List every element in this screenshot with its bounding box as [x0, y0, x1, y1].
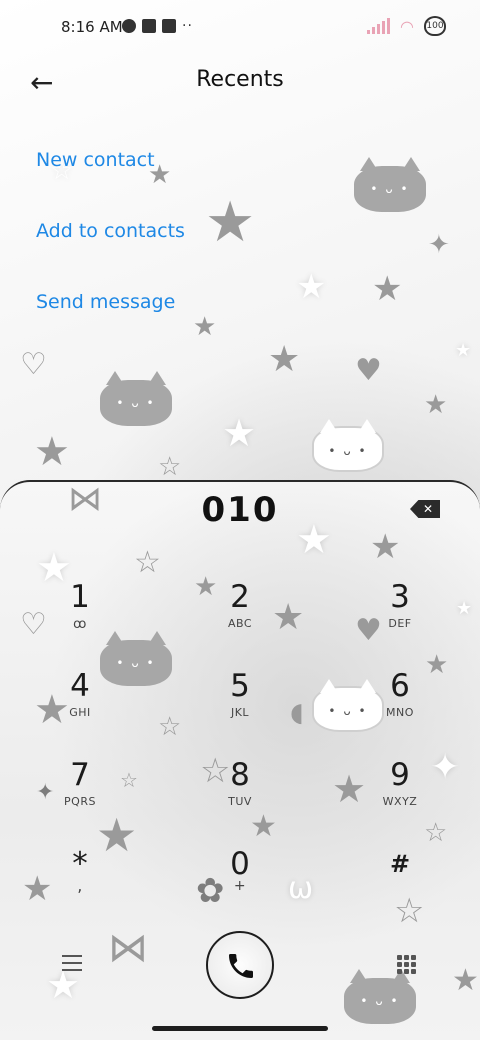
star-decoration-icon: ★ [193, 312, 217, 342]
key-0[interactable]: 0 + [180, 846, 300, 926]
notification-icon [122, 19, 136, 33]
keypad-icon[interactable] [397, 955, 416, 974]
star-decoration-icon: ★ [372, 269, 403, 309]
upload-icon [162, 19, 176, 33]
key-digit: 8 [230, 757, 250, 793]
key-1[interactable]: 1 ꝏ [20, 579, 140, 659]
key-digit: 2 [230, 579, 250, 615]
notification-icons: ·· [122, 18, 193, 34]
key-letters: DEF [388, 617, 412, 630]
system-icons: ◠ 100 [367, 16, 446, 36]
star-decoration-icon: ☆ [134, 545, 161, 580]
key-digit: 5 [230, 668, 250, 704]
home-indicator[interactable] [152, 1026, 328, 1031]
key-7[interactable]: 7 PQRS [20, 757, 140, 837]
signal-icon [367, 18, 391, 34]
key-3[interactable]: 3 DEF [340, 579, 460, 659]
page-title: Recents [196, 67, 284, 92]
key-6[interactable]: 6 MNO [340, 668, 460, 748]
star-decoration-icon: ★ [34, 429, 70, 475]
key-digit: 0 [230, 846, 250, 882]
key-letters: MNO [386, 706, 414, 719]
send-message-link[interactable]: Send message [36, 287, 185, 358]
battery-icon: 100 [424, 16, 446, 36]
key-digit: 9 [390, 757, 410, 793]
key-digit: 4 [70, 668, 90, 704]
key-4[interactable]: 4 GHI [20, 668, 140, 748]
key-letters: JKL [230, 706, 250, 719]
cat-decoration-icon: • ᴗ • [100, 371, 172, 426]
new-contact-link[interactable]: New contact [36, 145, 185, 216]
key-letters: WXYZ [382, 795, 418, 808]
cat-decoration-icon: • ᴗ • [354, 157, 426, 212]
app-header: ← Recents [0, 56, 480, 108]
star-decoration-icon: ★ [205, 190, 256, 255]
phone-icon [229, 954, 253, 978]
star-decoration-icon: ★ [370, 527, 401, 567]
dialer-bottom-bar [0, 931, 480, 999]
add-to-contacts-link[interactable]: Add to contacts [36, 216, 185, 287]
key-letters: TUV [228, 795, 252, 808]
key-letters: GHI [69, 706, 91, 719]
key-letters: ABC [227, 617, 253, 630]
dialed-number: 010 [201, 490, 279, 530]
key-star[interactable]: * , [20, 846, 140, 926]
notification-icon [142, 19, 156, 33]
key-digit: 1 [70, 579, 90, 615]
voicemail-icon: ꝏ [73, 617, 87, 632]
key-hash[interactable]: # [340, 846, 460, 926]
star-decoration-icon: ☆ [158, 712, 182, 742]
number-actions-list: New contact Add to contacts Send message [36, 145, 185, 358]
status-bar: 8:16 AM ·· ◠ 100 [0, 0, 480, 56]
call-button[interactable] [206, 931, 274, 999]
key-digit: 3 [390, 579, 410, 615]
key-digit: # [389, 850, 411, 878]
star-decoration-icon: ★ [455, 340, 472, 361]
key-8[interactable]: 8 TUV [180, 757, 300, 837]
star-decoration-icon: ☆ [158, 452, 182, 482]
key-letters: , [77, 876, 83, 895]
heart-decoration-icon: ♥ [355, 353, 382, 388]
key-5[interactable]: 5 JKL [180, 668, 300, 748]
key-9[interactable]: 9 WXYZ [340, 757, 460, 837]
cat-decoration-icon: • ᴗ • [312, 419, 384, 472]
more-notifications-icon: ·· [182, 18, 193, 34]
star-decoration-icon: ★ [268, 339, 301, 380]
star-decoration-icon: ★ [424, 390, 448, 420]
key-digit: 6 [390, 668, 410, 704]
sparkle-decoration-icon: ✦ [428, 230, 450, 260]
menu-icon[interactable] [62, 955, 82, 973]
key-2[interactable]: 2 ABC [180, 579, 300, 659]
star-decoration-icon: ★ [222, 411, 257, 455]
status-time: 8:16 AM [61, 18, 123, 36]
key-letters: + [233, 878, 247, 894]
key-digit: 7 [70, 757, 90, 793]
star-decoration-icon: ★ [296, 267, 327, 307]
key-letters: PQRS [64, 795, 96, 808]
wifi-icon: ◠ [400, 16, 414, 36]
